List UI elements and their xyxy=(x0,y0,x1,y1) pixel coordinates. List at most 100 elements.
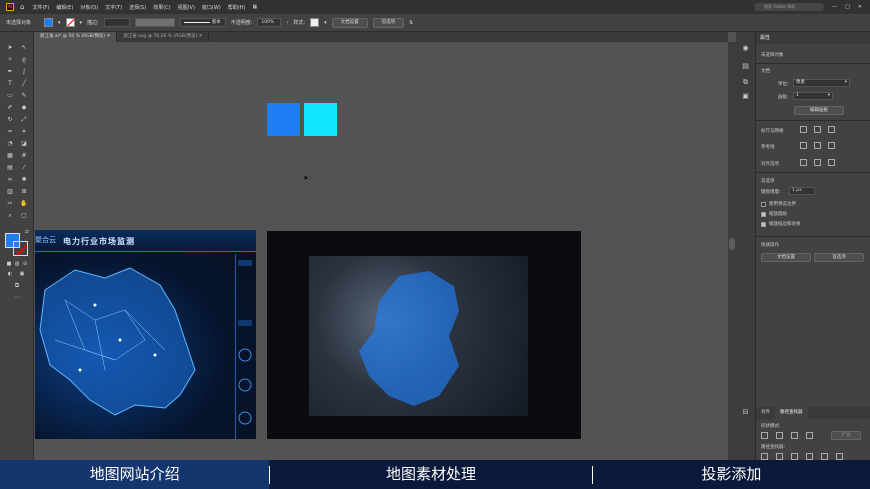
menu-type[interactable]: 文字(T) xyxy=(105,4,122,11)
close-icon[interactable]: ✕ xyxy=(199,34,203,39)
graphic-style-swatch[interactable] xyxy=(310,18,320,27)
opacity-field[interactable]: 100% xyxy=(257,18,282,27)
menu-edit[interactable]: 编辑(E) xyxy=(56,4,73,11)
fill-swatch[interactable] xyxy=(44,18,54,27)
layers-panel-icon[interactable]: ⧉ xyxy=(741,78,750,87)
tab-align[interactable]: 对齐 xyxy=(756,407,775,419)
menu-effect[interactable]: 效果(C) xyxy=(153,4,170,11)
gradient-tool-icon[interactable]: ▤ xyxy=(5,164,15,172)
slice-tool-icon[interactable]: ✂ xyxy=(5,200,15,208)
help-search-input[interactable]: 搜索 Adobe 帮助 xyxy=(754,3,825,11)
blend-tool-icon[interactable]: ∞ xyxy=(5,176,15,184)
merge-icon[interactable] xyxy=(791,453,798,460)
map-dashboard-image[interactable]: 聚合云 电力行业市场监测 xyxy=(35,230,256,439)
type-tool-icon[interactable]: T xyxy=(5,80,15,88)
live-paint-tool-icon[interactable]: ◪ xyxy=(19,140,29,148)
home-icon[interactable]: ⌂ xyxy=(20,3,24,11)
print-tiling-tool-icon[interactable]: ▢ xyxy=(19,212,29,220)
mesh-tool-icon[interactable]: # xyxy=(19,152,29,160)
tab-zhejiang-svg[interactable]: 浙江省.svg @ 76.26 % (RGB/预览) ✕ xyxy=(117,32,210,42)
scale-corners-checkbox[interactable] xyxy=(761,212,766,217)
direct-selection-tool-icon[interactable]: ↖ xyxy=(19,44,29,52)
outline-icon[interactable] xyxy=(821,453,828,460)
exclude-icon[interactable] xyxy=(806,432,813,439)
trim-icon[interactable] xyxy=(776,453,783,460)
line-tool-icon[interactable]: ╱ xyxy=(19,80,29,88)
stroke-weight-field[interactable] xyxy=(103,18,130,27)
grid-icon[interactable] xyxy=(814,126,821,133)
snap-to-pixel-icon[interactable] xyxy=(814,159,821,166)
minimize-button[interactable]: — xyxy=(832,4,837,10)
minus-back-icon[interactable] xyxy=(836,453,843,460)
unite-icon[interactable] xyxy=(761,432,768,439)
expand-button[interactable]: 扩展 xyxy=(831,431,861,440)
warp-tool-icon[interactable]: ≈ xyxy=(5,128,15,136)
menu-object[interactable]: 对象(O) xyxy=(80,4,98,11)
shape-builder-tool-icon[interactable]: ◔ xyxy=(5,140,15,148)
keyboard-increment-field[interactable]: 1 px xyxy=(789,187,815,195)
chevron-down-icon[interactable]: ▾ xyxy=(324,20,327,26)
units-select[interactable]: 像素 ▾ xyxy=(793,79,850,87)
change-screen-mode-icon[interactable]: ⧉ xyxy=(12,282,22,290)
snap-to-point-icon[interactable] xyxy=(800,159,807,166)
chevron-right-icon[interactable]: › xyxy=(286,20,288,26)
eyedropper-tool-icon[interactable]: ⁄ xyxy=(19,164,29,172)
zoom-tool-icon[interactable]: ⌕ xyxy=(5,212,15,220)
crop-icon[interactable] xyxy=(806,453,813,460)
eraser-tool-icon[interactable]: ◆ xyxy=(19,104,29,112)
chevron-down-icon[interactable]: ▾ xyxy=(58,20,61,26)
menu-help[interactable]: 帮助(H) xyxy=(228,4,246,11)
arrange-icon[interactable]: ⇅ xyxy=(409,20,413,26)
document-setup-button[interactable]: 文档设置 xyxy=(331,17,368,28)
color-panel-icon[interactable]: ◉ xyxy=(741,44,750,53)
preview-bounds-checkbox[interactable] xyxy=(761,202,766,207)
menu-window[interactable]: 窗口(W) xyxy=(202,4,221,11)
quick-document-setup-button[interactable]: 文档设置 xyxy=(761,253,811,262)
more-tools-icon[interactable]: ⋯ xyxy=(12,294,22,302)
divide-icon[interactable] xyxy=(761,453,768,460)
workspace-switcher-icon[interactable]: ▦ xyxy=(252,4,257,11)
rotate-tool-icon[interactable]: ↻ xyxy=(5,116,15,124)
artboard-tool-icon[interactable]: ⊞ xyxy=(19,188,29,196)
minus-front-icon[interactable] xyxy=(776,432,783,439)
brush-definition-select[interactable]: 基本 xyxy=(179,18,226,27)
artboard-select[interactable]: 1 ▾ xyxy=(793,92,833,100)
map-material-artboard[interactable] xyxy=(267,231,581,439)
selection-tool-icon[interactable]: ➤ xyxy=(5,44,15,52)
menu-view[interactable]: 视图(V) xyxy=(178,4,195,11)
symbol-sprayer-tool-icon[interactable]: ✺ xyxy=(19,176,29,184)
canvas-vertical-scrollbar[interactable] xyxy=(728,42,736,460)
perspective-grid-tool-icon[interactable]: ▦ xyxy=(5,152,15,160)
transparency-grid-icon[interactable] xyxy=(828,126,835,133)
shaper-tool-icon[interactable]: ✐ xyxy=(5,104,15,112)
screen-mode-icon[interactable]: ▣ xyxy=(17,270,27,278)
rectangle-tool-icon[interactable]: ▭ xyxy=(5,92,15,100)
menu-file[interactable]: 文件(F) xyxy=(32,4,49,11)
none-mode-icon[interactable]: ⊘ xyxy=(20,260,30,268)
magic-wand-tool-icon[interactable]: ✧ xyxy=(5,56,15,64)
maximize-button[interactable]: □ xyxy=(845,4,850,10)
tab-pathfinder[interactable]: 路径查找器 xyxy=(775,407,808,419)
snap-to-glyph-icon[interactable] xyxy=(828,159,835,166)
libraries-panel-icon[interactable]: ▤ xyxy=(741,62,750,71)
paintbrush-tool-icon[interactable]: ✎ xyxy=(19,92,29,100)
close-button[interactable]: ✕ xyxy=(858,4,862,10)
curvature-tool-icon[interactable]: ∫ xyxy=(19,68,29,76)
ruler-icon[interactable] xyxy=(800,126,807,133)
free-transform-tool-icon[interactable]: ⌗ xyxy=(19,128,29,136)
draw-mode-icon[interactable]: ◐ xyxy=(5,270,15,278)
scrollbar-thumb[interactable] xyxy=(729,238,735,250)
stroke-swatch[interactable] xyxy=(65,18,75,27)
menu-select[interactable]: 选择(S) xyxy=(129,4,146,11)
lock-guides-icon[interactable] xyxy=(814,142,821,149)
quick-preferences-button[interactable]: 首选项 xyxy=(814,253,864,262)
scale-strokes-checkbox[interactable] xyxy=(761,222,766,227)
column-graph-tool-icon[interactable]: ▥ xyxy=(5,188,15,196)
preferences-button[interactable]: 首选项 xyxy=(372,17,405,28)
smart-guides-icon[interactable] xyxy=(828,142,835,149)
tab-zhejiang-ai[interactable]: 浙江省.ai* @ 50 % (RGB/预览) ✕ xyxy=(34,32,118,42)
close-icon[interactable]: ✕ xyxy=(107,34,111,39)
scale-tool-icon[interactable]: ⤢ xyxy=(19,116,29,124)
blue-square[interactable] xyxy=(267,103,300,136)
swap-fill-stroke-icon[interactable]: ⇄ xyxy=(22,228,32,236)
